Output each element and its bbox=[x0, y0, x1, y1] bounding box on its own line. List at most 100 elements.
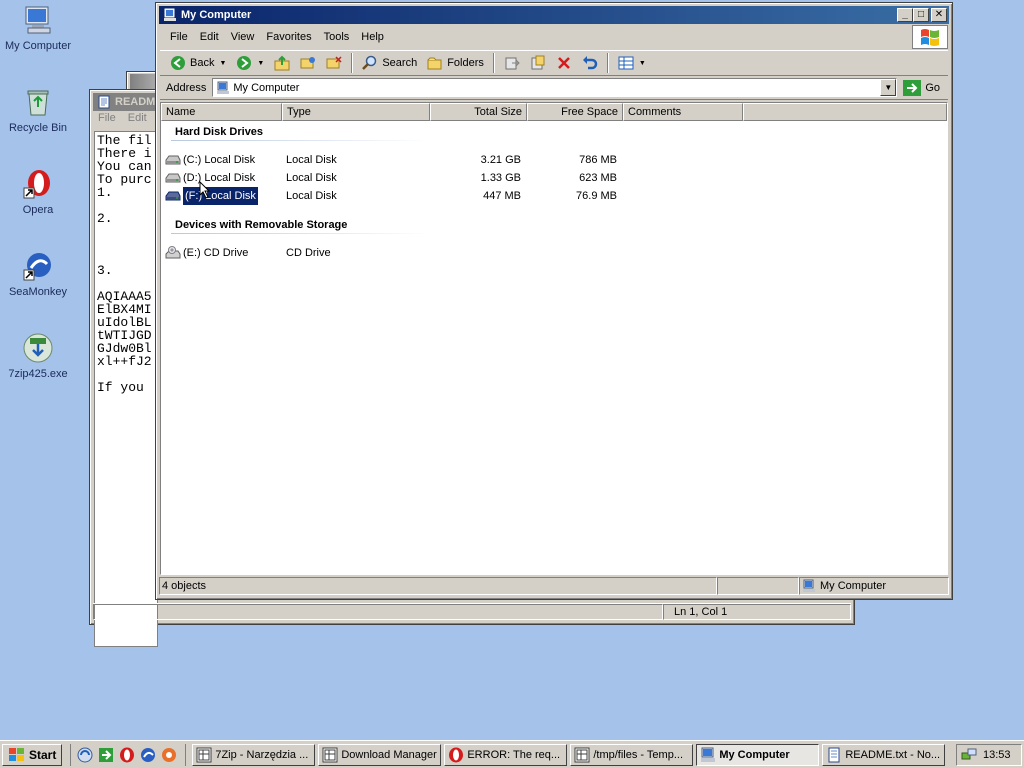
menu-edit[interactable]: Edit bbox=[194, 29, 225, 45]
menu-help[interactable]: Help bbox=[355, 29, 390, 45]
drive-name: (E:) CD Drive bbox=[183, 247, 249, 259]
disconnect-folder-button[interactable] bbox=[322, 52, 346, 74]
network-folder-button[interactable] bbox=[296, 52, 320, 74]
status-location: My Computer bbox=[820, 580, 887, 592]
status-empty-panel bbox=[717, 577, 799, 595]
my-computer-titlebar[interactable]: My Computer _ □ ✕ bbox=[159, 6, 949, 24]
desktop-icon-my-computer[interactable]: My Computer bbox=[0, 4, 76, 53]
drive-name-cell: (E:) CD Drive bbox=[161, 244, 282, 262]
column-header-type[interactable]: Type bbox=[282, 103, 430, 121]
menubar: File Edit View Favorites Tools Help bbox=[160, 27, 948, 47]
window-app-icon bbox=[322, 747, 338, 762]
undo-button[interactable] bbox=[578, 52, 602, 74]
drive-list-view[interactable]: Name Type Total Size Free Space Comments… bbox=[160, 102, 948, 575]
opera-quicklaunch-icon[interactable] bbox=[119, 747, 135, 763]
menu-view[interactable]: View bbox=[225, 29, 261, 45]
address-input[interactable]: My Computer ▼ bbox=[212, 78, 898, 97]
menu-favorites[interactable]: Favorites bbox=[260, 29, 317, 45]
desktop-icon-opera[interactable]: Opera bbox=[0, 168, 76, 217]
drive-row-d[interactable]: (D:) Local Disk Local Disk 1.33 GB 623 M… bbox=[161, 169, 947, 187]
chevron-down-icon[interactable]: ▼ bbox=[257, 60, 264, 67]
readme-text-line: xl++fJ2 bbox=[97, 354, 152, 369]
forward-button[interactable]: ▼ bbox=[232, 52, 268, 74]
minimize-button[interactable]: _ bbox=[897, 8, 913, 22]
desktop-icon-label: SeaMonkey bbox=[8, 286, 68, 298]
up-folder-button[interactable] bbox=[270, 52, 294, 74]
arrow-quicklaunch-icon[interactable] bbox=[98, 747, 114, 763]
drive-row-c[interactable]: (C:) Local Disk Local Disk 3.21 GB 786 M… bbox=[161, 151, 947, 169]
views-button[interactable]: ▼ bbox=[614, 52, 650, 74]
readme-menu-edit[interactable]: Edit bbox=[128, 112, 147, 130]
computer-icon bbox=[25, 6, 51, 34]
forward-arrow-icon bbox=[237, 56, 252, 70]
notepad-icon bbox=[98, 95, 110, 109]
installer-icon bbox=[23, 333, 53, 363]
task-readme-notepad[interactable]: README.txt - No... bbox=[822, 743, 946, 766]
desktop-icon-recycle-bin[interactable]: Recycle Bin bbox=[0, 86, 76, 135]
seamonkey-quicklaunch-icon[interactable] bbox=[140, 747, 156, 763]
task-opera-error[interactable]: ERROR: The req... bbox=[444, 743, 568, 766]
my-computer-window[interactable]: My Computer _ □ ✕ File Edit View Favorit… bbox=[155, 2, 953, 600]
column-header-total-size[interactable]: Total Size bbox=[430, 103, 527, 121]
group-removable-storage: Devices with Removable Storage bbox=[175, 219, 348, 231]
close-button[interactable]: ✕ bbox=[931, 8, 947, 22]
folder-disconnect-icon bbox=[326, 56, 342, 69]
desktop-icon-label: My Computer bbox=[4, 40, 72, 52]
browser-quicklaunch-icon[interactable] bbox=[77, 747, 93, 763]
firefox-quicklaunch-icon[interactable] bbox=[161, 747, 177, 763]
search-button[interactable]: Search bbox=[358, 52, 421, 74]
address-dropdown-button[interactable]: ▼ bbox=[880, 79, 897, 96]
drive-name-cell: (F:) Local Disk bbox=[161, 187, 282, 205]
column-header-comments[interactable]: Comments bbox=[623, 103, 743, 121]
column-header-name[interactable]: Name bbox=[161, 103, 282, 121]
task-tmp-files[interactable]: /tmp/files - Temp... bbox=[570, 743, 694, 766]
taskbar-buttons: 7Zip - Narzędzia ... Download Manager ER… bbox=[185, 743, 946, 766]
cd-drive-icon bbox=[165, 246, 181, 259]
folders-button[interactable]: Folders bbox=[423, 52, 488, 74]
mouse-cursor-icon bbox=[199, 181, 211, 199]
clock[interactable]: 13:53 bbox=[983, 749, 1011, 761]
go-label: Go bbox=[925, 81, 940, 94]
delete-x-icon bbox=[558, 57, 570, 69]
desktop-icon-seamonkey[interactable]: SeaMonkey bbox=[0, 250, 76, 299]
drive-name-cell: (C:) Local Disk bbox=[161, 151, 282, 169]
readme-menu-file[interactable]: File bbox=[98, 112, 116, 130]
drive-row-e[interactable]: (E:) CD Drive CD Drive bbox=[161, 244, 947, 262]
maximize-button[interactable]: □ bbox=[913, 8, 929, 22]
computer-icon bbox=[164, 8, 176, 21]
menu-file[interactable]: File bbox=[164, 29, 194, 45]
readme-text-area[interactable]: The fil There i You can To purc 1. 2. 3. AQIAAA… bbox=[94, 131, 158, 647]
hard-drive-icon bbox=[165, 155, 181, 165]
drive-name-selected: (F:) Local Disk bbox=[182, 187, 259, 205]
menu-tools[interactable]: Tools bbox=[318, 29, 356, 45]
notepad-icon bbox=[828, 747, 840, 762]
task-my-computer[interactable]: My Computer bbox=[696, 743, 820, 766]
task-label: 7Zip - Narzędzia ... bbox=[215, 748, 309, 761]
drive-row-f[interactable]: (F:) Local Disk Local Disk 447 MB 76.9 M… bbox=[161, 187, 947, 205]
network-tray-icon[interactable] bbox=[961, 747, 977, 763]
task-download-manager[interactable]: Download Manager bbox=[318, 743, 442, 766]
back-button[interactable]: Back ▼ bbox=[166, 52, 230, 74]
readme-status-empty bbox=[93, 604, 663, 620]
quick-launch bbox=[70, 743, 177, 766]
toolbar-separator bbox=[492, 53, 495, 73]
delete-button[interactable] bbox=[552, 52, 576, 74]
column-header-free-space[interactable]: Free Space bbox=[527, 103, 623, 121]
drive-free-space: 623 MB bbox=[579, 172, 617, 184]
recycle-bin-icon bbox=[27, 90, 49, 116]
search-icon bbox=[362, 55, 377, 70]
task-label: /tmp/files - Temp... bbox=[593, 748, 683, 761]
task-7zip[interactable]: 7Zip - Narzędzia ... bbox=[192, 743, 316, 766]
move-to-button[interactable] bbox=[500, 52, 524, 74]
status-location-panel: My Computer bbox=[799, 577, 949, 595]
chevron-down-icon[interactable]: ▼ bbox=[639, 60, 646, 67]
readme-statusbar: Ln 1, Col 1 bbox=[93, 603, 851, 621]
drive-total-size: 3.21 GB bbox=[480, 154, 521, 166]
chevron-down-icon[interactable]: ▼ bbox=[219, 60, 226, 67]
copy-to-button[interactable] bbox=[526, 52, 550, 74]
start-button[interactable]: Start bbox=[2, 743, 63, 766]
opera-icon bbox=[23, 170, 50, 199]
toolbar-separator bbox=[606, 53, 609, 73]
go-button[interactable]: Go bbox=[897, 79, 948, 96]
desktop-icon-7zip-installer[interactable]: 7zip425.exe bbox=[0, 332, 76, 381]
